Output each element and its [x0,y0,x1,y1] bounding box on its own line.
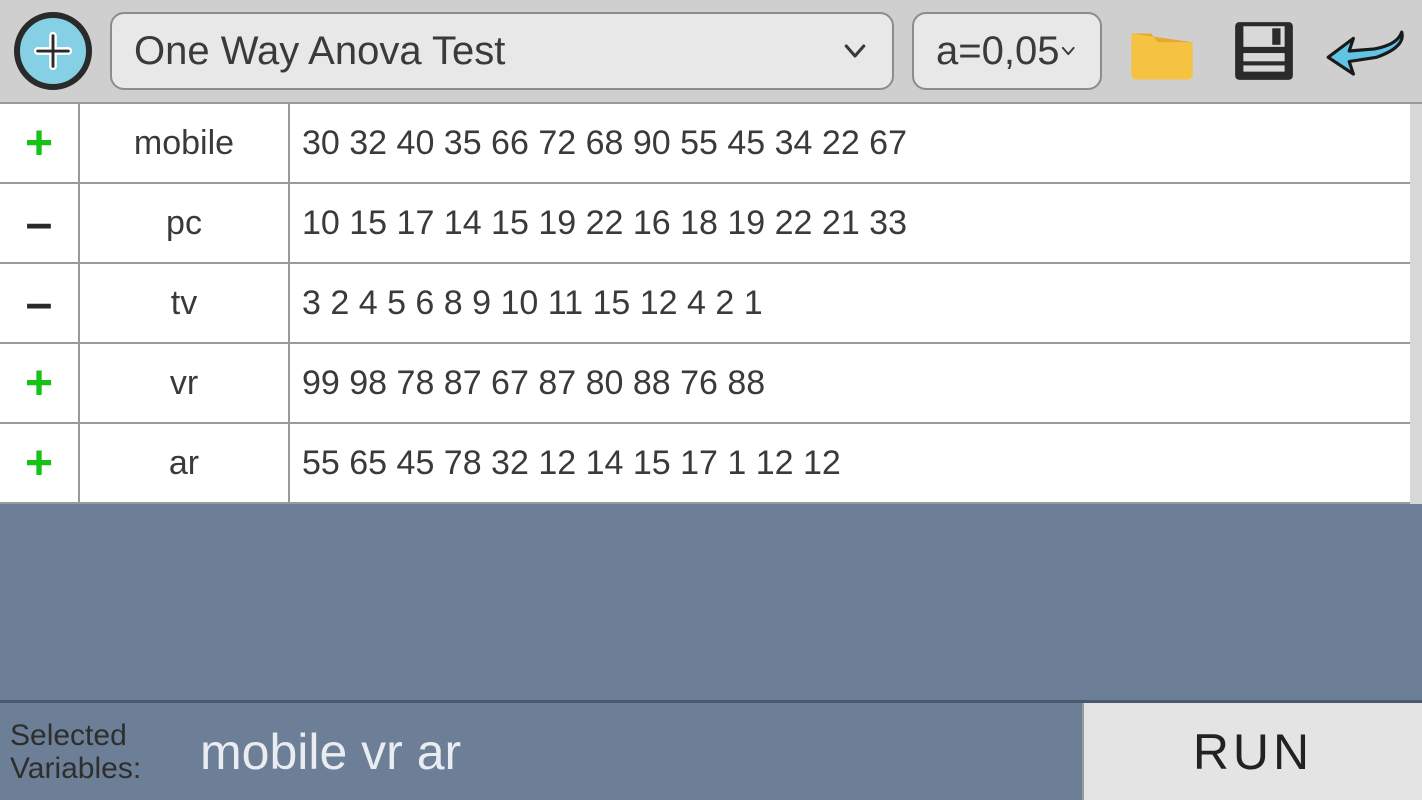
open-folder-button[interactable] [1120,12,1204,90]
selected-label-line1: Selected [10,719,127,752]
table-row: –tv3 2 4 5 6 8 9 10 11 15 12 4 2 1 [0,264,1422,344]
row-variable-name[interactable]: vr [80,344,290,422]
scrollbar[interactable] [1410,104,1422,504]
row-remove-toggle[interactable]: – [0,184,80,262]
row-remove-toggle[interactable]: – [0,264,80,342]
back-button[interactable] [1324,12,1408,90]
chevron-down-icon [840,36,870,66]
data-area: +mobile30 32 40 35 66 72 68 90 55 45 34 … [0,104,1422,700]
row-variable-name[interactable]: tv [80,264,290,342]
run-button-label: RUN [1193,723,1313,781]
alpha-selector-dropdown[interactable]: a=0,05 [912,12,1102,90]
row-add-toggle[interactable]: + [0,344,80,422]
floppy-disk-icon [1231,18,1297,84]
row-add-toggle[interactable]: + [0,424,80,502]
toolbar: One Way Anova Test a=0,05 [0,0,1422,104]
table-row: +ar55 65 45 78 32 12 14 15 17 1 12 12 [0,424,1422,504]
test-selector-label: One Way Anova Test [134,29,505,74]
row-values[interactable]: 10 15 17 14 15 19 22 16 18 19 22 21 33 [290,184,1422,262]
selected-label-line2: Variables: [10,752,141,785]
selected-variables-label: Selected Variables: [10,719,180,785]
run-button[interactable]: RUN [1082,703,1422,800]
table-row: +mobile30 32 40 35 66 72 68 90 55 45 34 … [0,104,1422,184]
row-values[interactable]: 30 32 40 35 66 72 68 90 55 45 34 22 67 [290,104,1422,182]
row-variable-name[interactable]: mobile [80,104,290,182]
folder-icon [1127,20,1197,82]
table-row: +vr99 98 78 87 67 87 80 88 76 88 [0,344,1422,424]
row-variable-name[interactable]: ar [80,424,290,502]
row-add-toggle[interactable]: + [0,104,80,182]
plus-circle-icon [30,28,76,74]
selected-variables-box: Selected Variables: mobile vr ar [0,703,1082,800]
row-variable-name[interactable]: pc [80,184,290,262]
rows-container: +mobile30 32 40 35 66 72 68 90 55 45 34 … [0,104,1422,504]
add-variable-button[interactable] [14,12,92,90]
chevron-down-icon [1059,36,1078,66]
test-selector-dropdown[interactable]: One Way Anova Test [110,12,894,90]
save-button[interactable] [1222,12,1306,90]
row-values[interactable]: 3 2 4 5 6 8 9 10 11 15 12 4 2 1 [290,264,1422,342]
alpha-selector-label: a=0,05 [936,29,1059,74]
bottom-bar: Selected Variables: mobile vr ar RUN [0,700,1422,800]
table-row: –pc10 15 17 14 15 19 22 16 18 19 22 21 3… [0,184,1422,264]
back-arrow-icon [1324,24,1408,78]
row-values[interactable]: 55 65 45 78 32 12 14 15 17 1 12 12 [290,424,1422,502]
selected-variables-value: mobile vr ar [200,723,461,781]
row-values[interactable]: 99 98 78 87 67 87 80 88 76 88 [290,344,1422,422]
